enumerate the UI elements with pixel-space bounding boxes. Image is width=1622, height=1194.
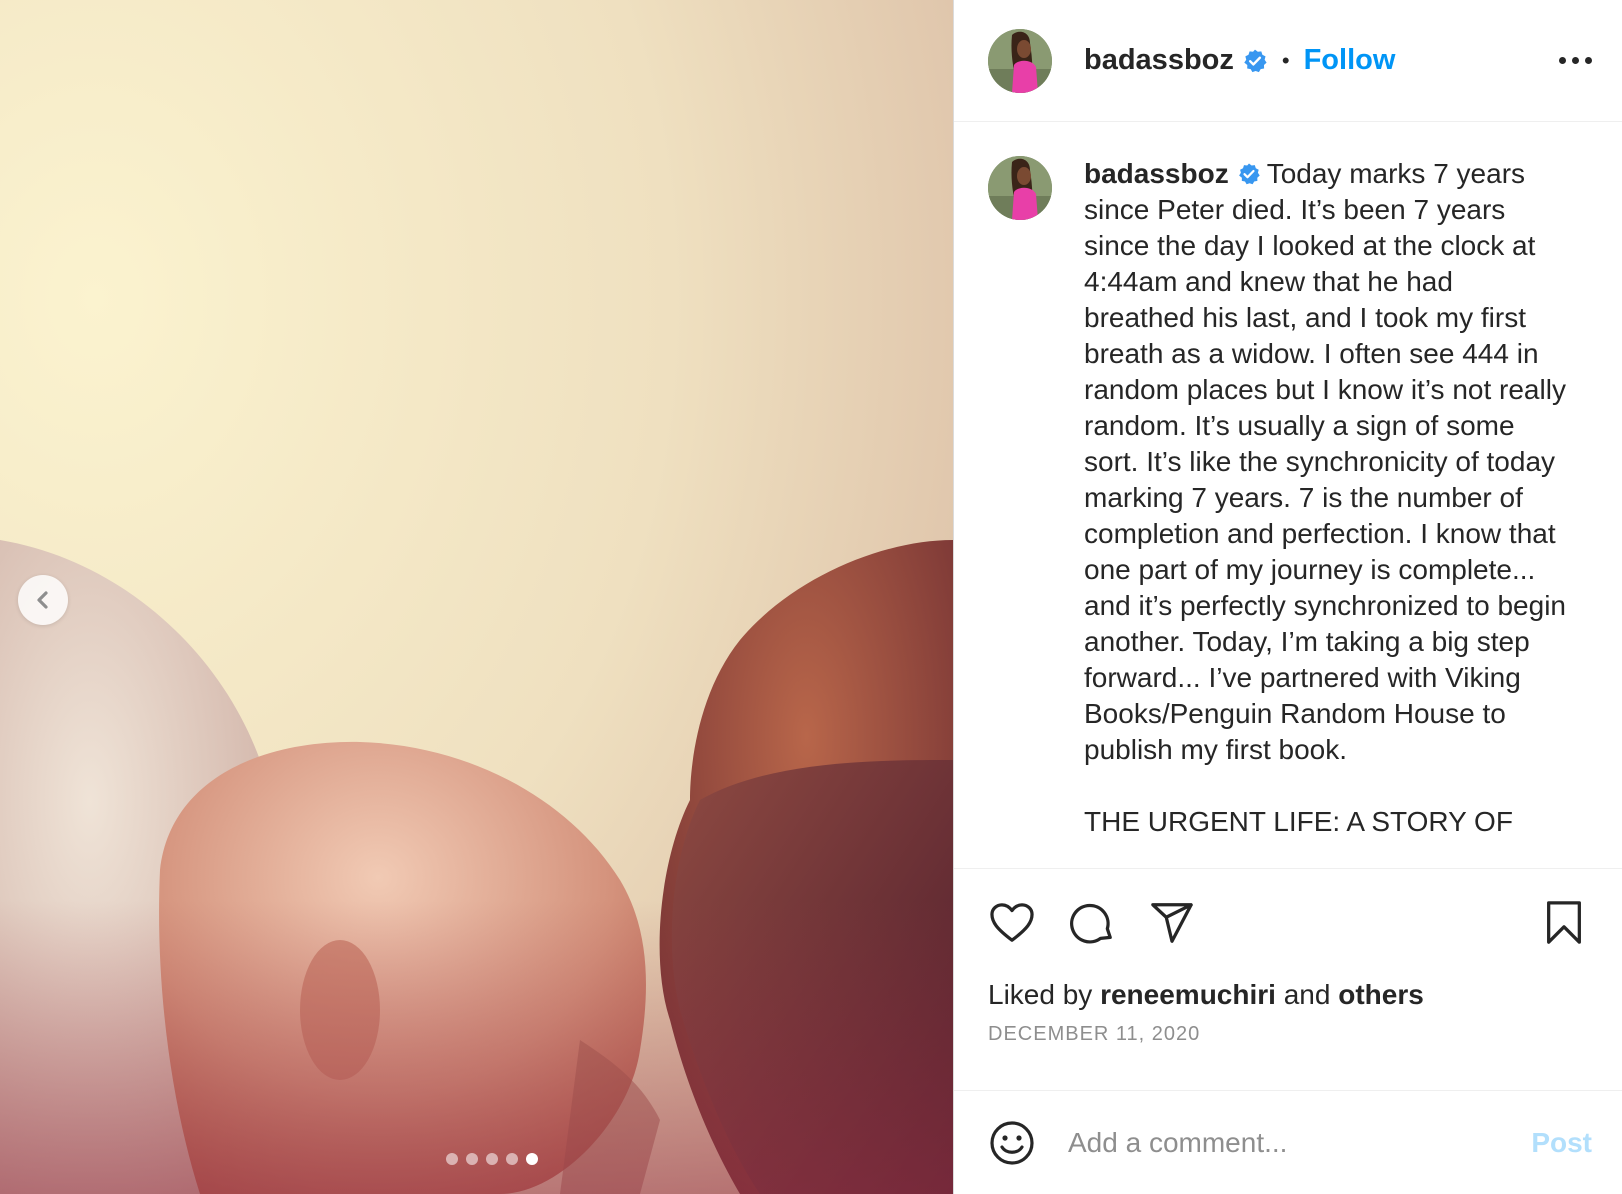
likes-summary: Liked by reneemuchiri and others [954, 977, 1622, 1013]
save-button[interactable] [1540, 899, 1588, 947]
liked-by-and: and [1283, 979, 1331, 1010]
carousel-dot [525, 1153, 538, 1165]
carousel-dot [445, 1153, 458, 1165]
header-separator: • [1281, 47, 1290, 73]
caption-username[interactable]: badassboz [1084, 158, 1229, 189]
previous-slide-button[interactable] [18, 575, 68, 625]
caption-scroll-area[interactable]: badassboz Today marks 7 years since Peter… [954, 122, 1622, 869]
share-button[interactable] [1148, 899, 1196, 947]
post-comment-button[interactable]: Post [1531, 1127, 1592, 1159]
avatar-image [988, 28, 1052, 93]
smiley-icon[interactable] [988, 1119, 1036, 1167]
liked-by-prefix: Liked by [988, 979, 1093, 1010]
paper-plane-icon [1151, 903, 1193, 943]
comment-icon [1070, 903, 1112, 944]
post-header: badassboz • Follow [954, 0, 1622, 122]
liked-by-user-link[interactable]: reneemuchiri [1100, 979, 1276, 1010]
post-side-panel: badassboz • Follow badassboz Today marks… [953, 0, 1622, 1194]
bookmark-icon [1547, 901, 1581, 944]
avatar-image [988, 156, 1052, 220]
liked-by-others-link[interactable]: others [1338, 979, 1424, 1010]
carousel-dot [465, 1153, 478, 1165]
avatar[interactable] [988, 156, 1052, 220]
comment-button[interactable] [1068, 899, 1116, 947]
chevron-left-icon [37, 591, 48, 609]
header-username[interactable]: badassboz [1084, 44, 1234, 77]
carousel-indicator [0, 1153, 953, 1165]
heart-icon [990, 903, 1034, 942]
caption-row: badassboz Today marks 7 years since Peter… [954, 122, 1622, 840]
verified-badge-icon [1244, 49, 1267, 72]
post-photo [0, 0, 953, 1194]
caption-text: badassboz Today marks 7 years since Peter… [1084, 156, 1569, 840]
verified-badge-icon [1238, 163, 1260, 185]
follow-button[interactable]: Follow [1304, 44, 1396, 77]
post-modal: badassboz • Follow badassboz Today marks… [0, 0, 1622, 1194]
carousel-dot [485, 1153, 498, 1165]
photo-image [0, 0, 953, 1194]
comment-input[interactable] [1066, 1125, 1532, 1160]
caption-body: Today marks 7 years since Peter died. It… [1084, 158, 1566, 837]
carousel-dot [505, 1153, 518, 1165]
comment-bar: Post [954, 1090, 1622, 1194]
post-date[interactable]: DECEMBER 11, 2020 [954, 1013, 1622, 1046]
more-options-icon[interactable] [1559, 49, 1592, 72]
avatar[interactable] [988, 28, 1052, 93]
action-bar [954, 869, 1622, 977]
like-button[interactable] [988, 899, 1036, 947]
